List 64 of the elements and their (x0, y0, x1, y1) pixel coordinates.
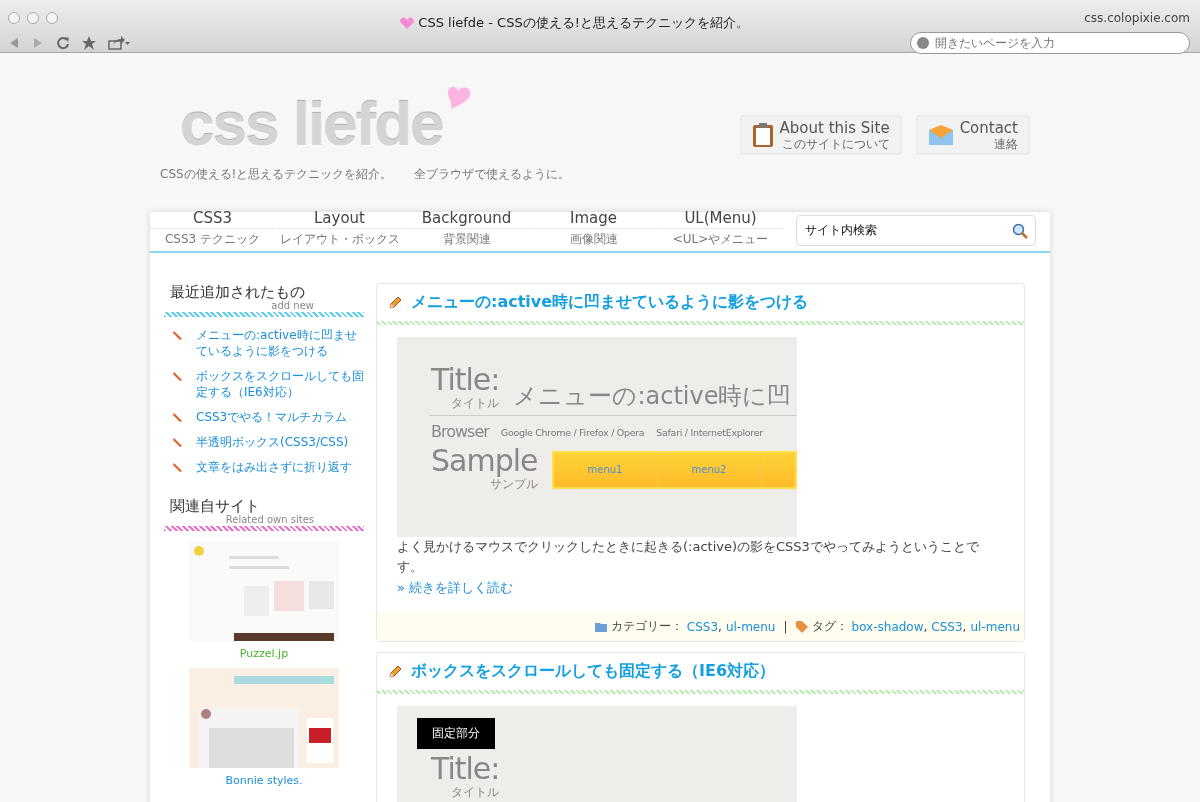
zoom-button[interactable] (46, 12, 58, 24)
heart-icon (400, 16, 415, 30)
tagline: CSSの使える!と思えるテクニックを紹介。 (160, 167, 393, 181)
recent-post-link[interactable]: 文章をはみ出さずに折り返す (196, 459, 352, 475)
reload-icon[interactable] (56, 36, 70, 50)
shot-sublabel: タイトル (450, 784, 500, 801)
browser-note: Safari / InternetExplorer (656, 426, 763, 438)
nav-tab[interactable]: Layout レイアウト・ボックス (277, 208, 402, 248)
envelope-icon (927, 124, 954, 146)
section-title: 最近追加されたもの (170, 283, 306, 301)
minimize-button[interactable] (27, 12, 39, 24)
nav-tab[interactable]: CSS3 CSS3 テクニック (150, 208, 275, 248)
category-link[interactable]: CSS3 (686, 619, 719, 634)
about-button[interactable]: About this Site このサイトについて (739, 115, 902, 155)
contact-button[interactable]: Contact 連絡 (915, 115, 1030, 155)
recent-post-link[interactable]: メニューの:active時に凹ませているように影をつける (196, 327, 364, 359)
search-icon[interactable] (1012, 222, 1028, 239)
nav-tab[interactable]: UL(Menu) <UL>やメニュー (658, 208, 783, 248)
recent-post-link[interactable]: ボックスをスクロールしても固定する（IE6対応） (196, 368, 364, 400)
recent-post-link[interactable]: CSS3でやる！マルチカラム (196, 409, 348, 425)
divider: | (783, 619, 788, 634)
tag-link[interactable]: CSS3 (931, 619, 963, 634)
nav-tab[interactable]: Background 背景関連 (404, 208, 529, 248)
tag-link[interactable]: box-shadow (851, 619, 924, 634)
tag-label: タグ： (811, 618, 848, 635)
shot-label: Sample (431, 443, 538, 478)
folder-icon (594, 621, 607, 632)
read-more-link[interactable]: » 続きを詳しく読む (397, 580, 514, 595)
tag-icon (795, 620, 808, 633)
clipboard-icon (751, 122, 774, 148)
search-field[interactable]: サイト内検索 (796, 214, 1036, 246)
site-link[interactable]: Puzzel.jp (239, 647, 289, 660)
shot-label: Browser (431, 424, 489, 440)
shot-sublabel: タイトル (450, 395, 500, 412)
shot-label: Title: (431, 751, 500, 786)
nav-tab[interactable]: Image 画像関連 (531, 208, 656, 248)
site-link[interactable]: Bonnie styles. (225, 774, 303, 787)
fixed-badge: 固定部分 (417, 718, 495, 749)
separator: , (718, 619, 722, 634)
window-title: CSS liefde - CSSの使える!と思えるテクニックを紹介。 (65, 14, 1085, 32)
category-label: カテゴリー： (610, 618, 683, 635)
separator: , (923, 619, 928, 634)
post-title[interactable]: メニューの:active時に凹ませているように影をつける (377, 284, 1024, 325)
shot-title: メニューの:active時に凹 (513, 381, 792, 412)
post-excerpt: よく見かけるマウスでクリックしたときに起きる(:active)の影をCSS3でやってみようということです。 (397, 538, 980, 576)
recent-post-link[interactable]: 半透明ボックス(CSS3/CSS) (196, 434, 349, 450)
share-icon[interactable] (108, 36, 130, 50)
browser-note: Google Chrome / Firefox / Opera (500, 426, 645, 438)
section-title: 関連自サイト (170, 497, 261, 515)
section-subtitle: Related own sites (224, 514, 315, 525)
forward-icon[interactable] (32, 37, 44, 49)
section-subtitle: add new (270, 300, 315, 311)
close-button[interactable] (8, 12, 20, 24)
separator: , (962, 619, 967, 634)
shot-sublabel: サンプル (488, 477, 538, 493)
tag-link[interactable]: ul-menu (970, 619, 1020, 634)
shot-label: Title: (431, 362, 500, 397)
tagline: 全ブラウザで使えるように。 (414, 167, 571, 181)
bookmark-star-icon[interactable] (82, 36, 96, 50)
post-title[interactable]: ボックスをスクロールしても固定する（IE6対応） (377, 653, 1024, 694)
back-icon[interactable] (8, 37, 20, 49)
category-link[interactable]: ul-menu (725, 619, 776, 634)
url-text: css.colopixie.com (1084, 11, 1190, 25)
address-field[interactable]: 開きたいページを入力 (910, 32, 1190, 54)
